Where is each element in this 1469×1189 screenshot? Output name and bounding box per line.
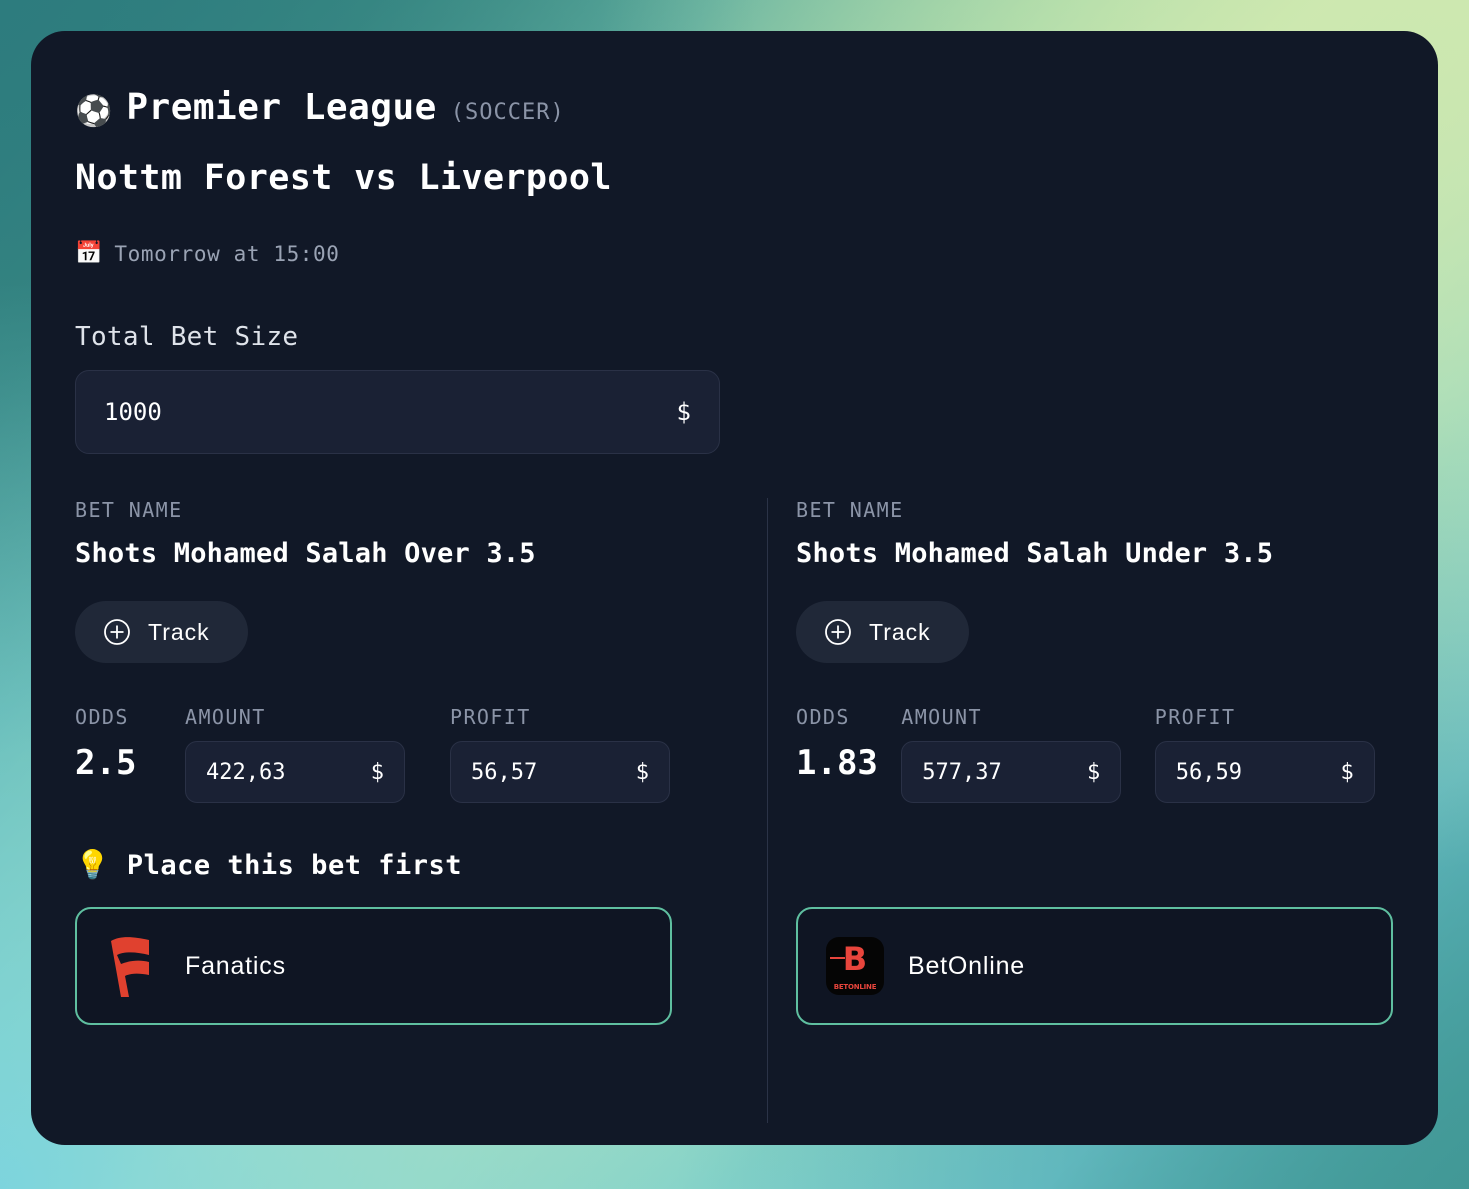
bet-leg-right: BET NAME Shots Mohamed Salah Under 3.5 T… [724, 498, 1394, 1025]
profit-label: PROFIT [1154, 705, 1236, 729]
track-button-left[interactable]: Track [75, 601, 248, 663]
fanatics-logo-icon [105, 933, 161, 999]
profit-cell-left: PROFIT 56,57 $ [450, 705, 700, 803]
hint-spacer [796, 843, 1394, 887]
match-title: Nottm Forest vs Liverpool [75, 158, 612, 198]
bet-name-label: BET NAME [796, 498, 904, 522]
column-divider [767, 498, 768, 1123]
place-first-hint: 💡 Place this bet first [75, 843, 724, 887]
match-time: Tomorrow at 15:00 [114, 242, 340, 266]
odds-label: ODDS [796, 705, 850, 729]
currency-symbol: $ [370, 759, 384, 785]
total-bet-size-label: Total Bet Size [75, 322, 299, 352]
soccer-ball-icon: ⚽ [75, 94, 113, 129]
amount-input-left[interactable]: 422,63 $ [185, 741, 405, 803]
profit-input-right[interactable]: 56,59 $ [1154, 741, 1375, 803]
amount-value[interactable]: 577,37 [922, 760, 1001, 785]
track-button-right[interactable]: Track [796, 601, 969, 663]
odds-value: 1.83 [796, 743, 878, 783]
total-bet-size-value[interactable]: 1000 [104, 398, 162, 426]
currency-symbol: $ [1087, 759, 1101, 785]
lightbulb-icon: 💡 [75, 848, 110, 881]
odds-cell-left: ODDS 2.5 [75, 705, 185, 783]
amount-label: AMOUNT [185, 705, 266, 729]
plus-circle-icon [103, 618, 131, 646]
bet-name-value: Shots Mohamed Salah Under 3.5 [796, 538, 1274, 569]
profit-input-left[interactable]: 56,57 $ [450, 741, 670, 803]
amount-input-right[interactable]: 577,37 $ [901, 741, 1122, 803]
profit-label: PROFIT [450, 705, 531, 729]
odds-label: ODDS [75, 705, 129, 729]
track-button-label: Track [869, 618, 931, 645]
place-first-hint-text: Place this bet first [126, 849, 462, 881]
amount-cell-left: AMOUNT 422,63 $ [185, 705, 450, 803]
league-name: Premier League [126, 87, 437, 128]
odds-cell-right: ODDS 1.83 [796, 705, 901, 783]
odds-row-right: ODDS 1.83 AMOUNT 577,37 $ PROFIT 56,59 $ [796, 705, 1394, 803]
plus-circle-icon [824, 618, 852, 646]
sport-label: (SOCCER) [450, 100, 565, 125]
betonline-logo-icon: B BETONLINE [826, 937, 884, 995]
bookmaker-name: Fanatics [185, 951, 286, 980]
amount-cell-right: AMOUNT 577,37 $ [901, 705, 1155, 803]
bet-name-value: Shots Mohamed Salah Over 3.5 [75, 538, 536, 569]
odds-row-left: ODDS 2.5 AMOUNT 422,63 $ PROFIT 56,57 $ [75, 705, 724, 803]
bet-name-label: BET NAME [75, 498, 183, 522]
bookmaker-button-betonline[interactable]: B BETONLINE BetOnline [796, 907, 1393, 1025]
odds-value: 2.5 [75, 743, 137, 783]
profit-value[interactable]: 56,59 [1176, 760, 1242, 785]
calendar-icon: 📅 [75, 241, 103, 266]
match-time-row: 📅 Tomorrow at 15:00 [75, 242, 1394, 266]
total-bet-size-input[interactable]: 1000 $ [75, 370, 720, 454]
currency-symbol: $ [676, 398, 691, 426]
amount-label: AMOUNT [901, 705, 982, 729]
league-header: ⚽ Premier League (SOCCER) [75, 87, 1394, 128]
track-button-label: Track [148, 618, 210, 645]
bookmaker-name: BetOnline [908, 951, 1025, 980]
profit-value[interactable]: 56,57 [471, 760, 537, 785]
bet-card: ⚽ Premier League (SOCCER) Nottm Forest v… [31, 31, 1438, 1145]
currency-symbol: $ [1340, 759, 1354, 785]
amount-value[interactable]: 422,63 [206, 760, 285, 785]
bet-leg-left: BET NAME Shots Mohamed Salah Over 3.5 Tr… [75, 498, 724, 1025]
bet-legs-container: BET NAME Shots Mohamed Salah Over 3.5 Tr… [75, 498, 1394, 1123]
profit-cell-right: PROFIT 56,59 $ [1154, 705, 1394, 803]
currency-symbol: $ [635, 759, 649, 785]
bookmaker-button-fanatics[interactable]: Fanatics [75, 907, 672, 1025]
